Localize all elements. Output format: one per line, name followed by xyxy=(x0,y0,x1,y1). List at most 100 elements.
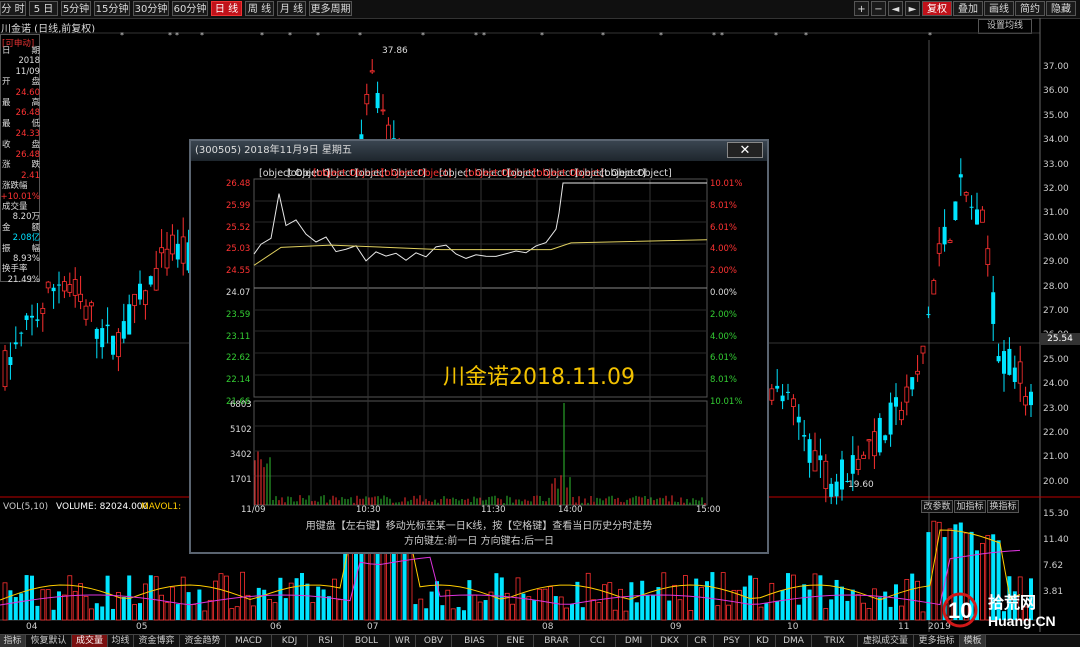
intraday-price-tick: 23.59 xyxy=(226,309,251,320)
indicator-tab[interactable]: 资金博弈 xyxy=(134,635,180,647)
candle-body xyxy=(148,276,153,285)
candle-body xyxy=(980,209,985,223)
candle-body xyxy=(942,226,947,245)
candle-body xyxy=(850,455,855,474)
info-label: 振 xyxy=(2,243,11,254)
volume-bar xyxy=(40,589,46,621)
indicator-tab[interactable]: 均线 xyxy=(108,635,134,647)
indicator-tab[interactable]: DMA xyxy=(776,635,812,647)
candle-body xyxy=(920,345,926,354)
intraday-price-tick: 23.11 xyxy=(226,331,251,342)
indicator-tab[interactable]: KD xyxy=(750,635,776,647)
brand-number: 10 xyxy=(948,598,972,623)
quote-info-panel: [可申动] 日期 2018 11/09 开盘 24.60 最高 26.48 最低 24.33 收盘… xyxy=(0,34,40,285)
price-tick-label: 22.00 xyxy=(1043,428,1069,438)
volume-bar xyxy=(89,608,94,621)
indicator-tab[interactable]: 虚拟成交量 xyxy=(858,635,914,647)
indicator-tab[interactable]: 资金趋势 xyxy=(180,635,226,647)
volume-bar xyxy=(758,606,764,621)
indicator-tab[interactable]: CCI xyxy=(580,635,616,647)
indicator-tab[interactable]: 模板 xyxy=(960,635,986,647)
indicator-tab[interactable]: OBV xyxy=(416,635,452,647)
info-value: 21.49% xyxy=(7,274,40,285)
volume-bar xyxy=(440,605,445,620)
indicator-tab[interactable]: KDJ xyxy=(272,635,308,647)
candle-body xyxy=(1023,396,1028,406)
indicator-tab[interactable]: BRAR xyxy=(534,635,580,647)
intraday-chart xyxy=(253,178,708,506)
volume-bar xyxy=(521,593,526,620)
dialog-tip-line1: 用键盘【左右键】移动光标至某一日K线，按【空格键】查看当日历史分时走势 xyxy=(305,521,653,532)
indicator-tab[interactable]: PSY xyxy=(714,635,750,647)
volume-bar xyxy=(607,582,613,621)
volume-bar xyxy=(175,604,180,620)
candle-body xyxy=(153,267,159,291)
info-label: 日 xyxy=(2,46,11,56)
volume-bar xyxy=(585,572,591,621)
volume-bar xyxy=(45,589,51,621)
volume-bar xyxy=(920,611,926,621)
site-logo: 10 拾荒网 Huang.CN xyxy=(940,590,1076,630)
indicator-tab[interactable]: BIAS xyxy=(452,635,498,647)
volume-bar xyxy=(699,586,704,621)
indicator-tab[interactable]: TRIX xyxy=(812,635,858,647)
volume-bar xyxy=(888,606,893,620)
volume-bar xyxy=(218,573,224,621)
info-value: 24.60 xyxy=(15,87,40,98)
candle-body xyxy=(834,481,839,497)
volume-bar xyxy=(515,577,521,621)
volume-panel-button[interactable]: 加指标 xyxy=(954,500,986,513)
volume-bar xyxy=(337,599,343,621)
volume-bar xyxy=(553,596,558,620)
candle-body xyxy=(1017,361,1023,384)
low-annotation: 19.60 xyxy=(848,480,874,490)
volume-bar xyxy=(683,575,688,621)
intraday-price-tick: 25.52 xyxy=(226,222,251,233)
indicator-tab[interactable]: CR xyxy=(688,635,714,647)
info-value: 额 xyxy=(31,222,40,233)
indicator-tab[interactable]: MACD xyxy=(226,635,272,647)
volume-panel-button[interactable]: 改参数 xyxy=(921,500,953,513)
indicator-tab[interactable]: 更多指标 xyxy=(914,635,960,647)
volume-bar xyxy=(418,598,424,621)
volume-bar xyxy=(720,572,726,621)
event-marker: * xyxy=(175,31,179,40)
indicator-tab[interactable]: ENE xyxy=(498,635,534,647)
volume-bar xyxy=(537,588,542,621)
indicator-tab[interactable]: 成交量 xyxy=(72,635,108,647)
candle-body xyxy=(963,192,969,196)
volume-bar xyxy=(234,606,240,621)
candle-body xyxy=(127,304,132,335)
indicator-tab[interactable]: DMI xyxy=(616,635,652,647)
volume-bar xyxy=(13,597,18,620)
intraday-time-tick: 11:30 xyxy=(481,505,506,515)
indicator-tab[interactable]: RSI xyxy=(308,635,344,647)
indicator-tab[interactable]: 指标 xyxy=(0,635,26,647)
volume-bar xyxy=(250,605,256,621)
indicator-tab[interactable]: 恢复默认 xyxy=(26,635,72,647)
candle-body xyxy=(996,356,1001,362)
volume-panel-button[interactable]: 换指标 xyxy=(987,500,1019,513)
month-tick-label: 08 xyxy=(542,622,554,632)
candle-body xyxy=(947,240,953,243)
indicator-tab[interactable]: DKX xyxy=(652,635,688,647)
volume-bar xyxy=(462,610,466,620)
volume-bar xyxy=(429,591,434,620)
event-marker: * xyxy=(474,31,478,40)
volume-bar xyxy=(100,606,105,620)
info-value: 8.20万 xyxy=(12,212,40,223)
candle-body xyxy=(51,287,56,292)
volume-bar xyxy=(570,603,574,620)
volume-bar xyxy=(645,595,650,620)
indicator-tab[interactable]: BOLL xyxy=(344,635,390,647)
info-label: 换手率 xyxy=(2,264,28,275)
volume-bar xyxy=(775,600,780,620)
volume-bar xyxy=(802,584,807,620)
indicator-tab[interactable]: WR xyxy=(390,635,416,647)
candle-body xyxy=(1012,367,1017,382)
mavol2-line xyxy=(0,549,1021,606)
intraday-pct-tick: 4.00% xyxy=(710,244,738,255)
candle-body xyxy=(936,243,942,254)
intraday-pct-tick: 0.00% xyxy=(710,288,738,298)
price-tick-label: 30.00 xyxy=(1043,232,1069,243)
